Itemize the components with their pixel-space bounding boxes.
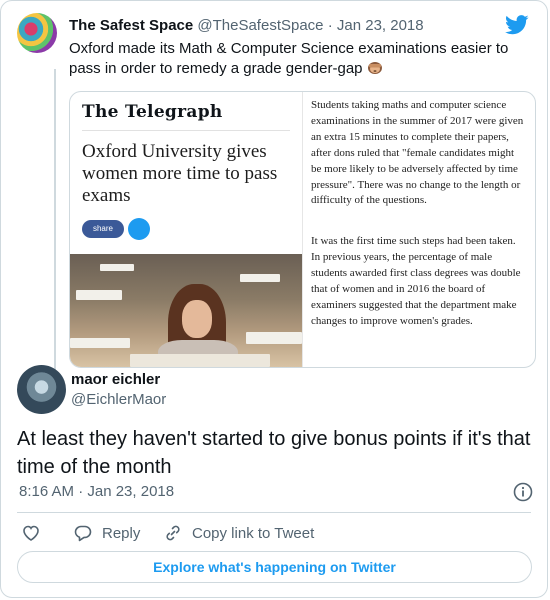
article-paragraph-1: Students taking maths and computer scien… xyxy=(311,99,524,207)
twitter-bird-icon[interactable] xyxy=(505,15,529,35)
reply-author-name[interactable]: maor eichler xyxy=(71,371,160,388)
heart-icon xyxy=(23,525,39,541)
desk xyxy=(130,354,270,367)
tweet-text-body: Oxford made its Math & Computer Science … xyxy=(69,40,509,77)
article-link-card[interactable]: The Telegraph Oxford University gives wo… xyxy=(69,91,536,368)
divider xyxy=(17,512,531,513)
article-headline: Oxford University gives women more time … xyxy=(82,141,278,206)
reply-icon xyxy=(74,525,92,542)
reply-tweet-text: At least they haven't started to give bo… xyxy=(17,428,531,478)
student-face xyxy=(182,300,212,338)
like-button[interactable] xyxy=(21,522,41,544)
copy-link-button[interactable]: Copy link to Tweet xyxy=(163,522,314,544)
link-icon xyxy=(166,525,180,541)
desk xyxy=(70,338,130,348)
tweet-timestamp[interactable]: 8:16 AM · Jan 23, 2018 xyxy=(19,483,174,500)
avatar[interactable] xyxy=(17,365,66,414)
quoted-tweet-header: The Safest Space @TheSafestSpace · Jan 2… xyxy=(69,17,424,34)
desk xyxy=(100,264,134,271)
thread-connector-line xyxy=(54,69,56,374)
quoted-tweet-text: Oxford made its Math & Computer Science … xyxy=(69,39,519,79)
exam-hall-photo xyxy=(70,254,302,367)
desk xyxy=(76,290,122,300)
explore-twitter-button[interactable]: Explore what's happening on Twitter xyxy=(17,551,532,583)
publication-masthead: The Telegraph xyxy=(82,102,223,122)
desk xyxy=(240,274,280,282)
author-handle[interactable]: @TheSafestSpace xyxy=(197,17,323,34)
author-name[interactable]: The Safest Space xyxy=(69,17,193,34)
quoted-tweet[interactable]: The Safest Space @TheSafestSpace · Jan 2… xyxy=(17,13,536,374)
article-right-column: Students taking maths and computer scien… xyxy=(302,92,535,367)
embedded-tweet-card: The Safest Space @TheSafestSpace · Jan 2… xyxy=(0,0,548,598)
facebook-share-button: share xyxy=(82,220,124,238)
see-no-evil-monkey-icon xyxy=(367,62,382,74)
explore-label: Explore what's happening on Twitter xyxy=(153,559,396,575)
twitter-share-icon xyxy=(128,218,150,240)
info-icon[interactable] xyxy=(513,482,533,502)
avatar[interactable] xyxy=(17,13,57,53)
reply-button[interactable]: Reply xyxy=(73,522,140,544)
meta-separator: · xyxy=(327,17,333,34)
article-left-column: The Telegraph Oxford University gives wo… xyxy=(70,92,302,367)
share-label: share xyxy=(92,224,113,233)
reply-author-handle[interactable]: @EichlerMaor xyxy=(71,391,166,408)
tweet-date[interactable]: Jan 23, 2018 xyxy=(337,17,424,34)
copy-link-label: Copy link to Tweet xyxy=(192,524,315,542)
reply-label: Reply xyxy=(102,524,141,542)
masthead-divider xyxy=(82,130,290,131)
desk xyxy=(246,332,302,344)
article-paragraph-2: It was the first time such steps had bee… xyxy=(311,235,521,327)
